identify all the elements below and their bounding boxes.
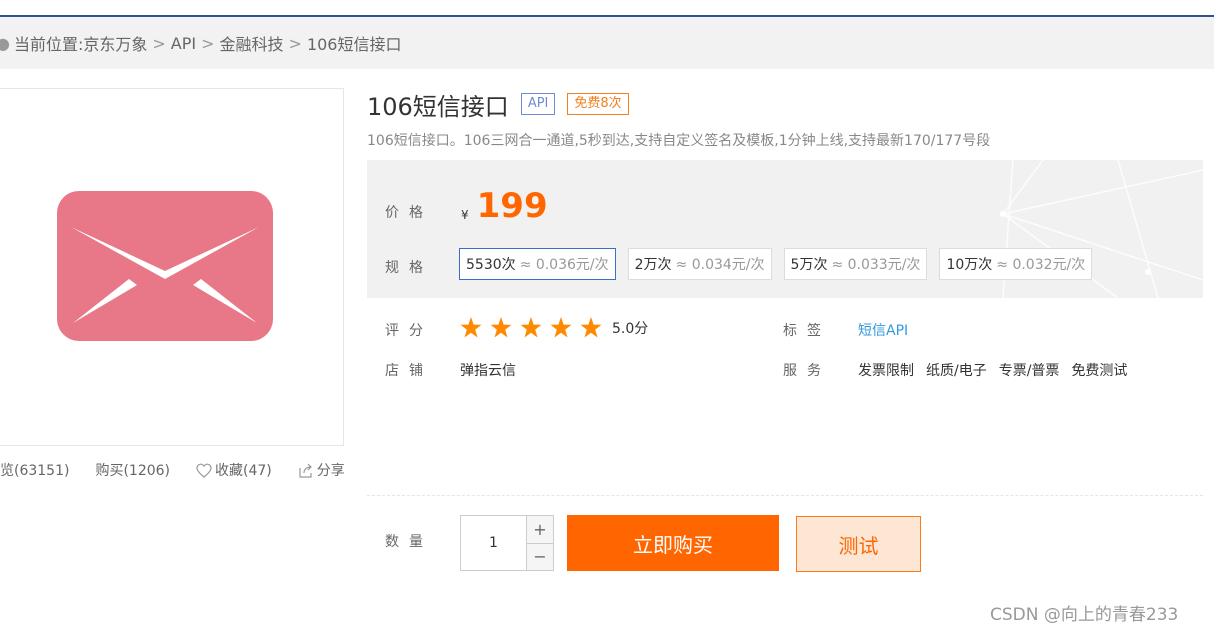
- quantity-input[interactable]: [460, 515, 526, 571]
- price-amount: 199: [476, 186, 548, 226]
- views-count: 览(63151): [0, 463, 70, 479]
- rating-score: 5.0分: [612, 320, 649, 337]
- rating-stars: 5.0分: [460, 317, 648, 338]
- service-item: 专票/普票: [998, 363, 1060, 379]
- free-trial-badge: 免费8次: [567, 93, 629, 115]
- breadcrumb-item-finance[interactable]: 金融科技: [220, 31, 284, 55]
- spec-option-50000[interactable]: 5万次 ≈ 0.033元/次: [783, 248, 928, 280]
- spec-option-100000[interactable]: 10万次 ≈ 0.032元/次: [939, 248, 1093, 280]
- star-icon: [520, 317, 542, 338]
- tags-label: 标签: [783, 323, 831, 339]
- spec-option-5530[interactable]: 5530次 ≈ 0.036元/次: [459, 248, 616, 280]
- spec-count: 5万次: [790, 257, 828, 273]
- favorite-button[interactable]: 收藏(47): [196, 460, 272, 480]
- star-icon: [550, 317, 572, 338]
- api-badge: API: [520, 93, 556, 115]
- share-label: 分享: [316, 463, 345, 479]
- service-item: 纸质/电子: [926, 363, 987, 379]
- star-icon: [460, 317, 482, 338]
- share-button[interactable]: 分享: [298, 460, 345, 480]
- breadcrumb-separator: >: [152, 33, 166, 53]
- product-stats: 览(63151) 购买(1206) 收藏(47) 分享: [0, 458, 345, 482]
- spec-unit-price: ≈ 0.032元/次: [996, 257, 1086, 273]
- spec-label: 规格: [385, 260, 433, 276]
- favorite-label: 收藏(47): [215, 463, 272, 479]
- mail-icon: [57, 191, 273, 341]
- breadcrumb-separator: >: [288, 33, 302, 53]
- rating-label: 评分: [385, 323, 433, 339]
- star-icon: [490, 317, 512, 338]
- quantity-stepper: + −: [460, 515, 554, 571]
- stepper-buttons: + −: [526, 515, 554, 571]
- spec-count: 10万次: [946, 257, 993, 273]
- spec-unit-price: ≈ 0.034元/次: [675, 257, 765, 273]
- spec-option-20000[interactable]: 2万次 ≈ 0.034元/次: [627, 248, 772, 280]
- product-title: 106短信接口: [367, 92, 509, 121]
- heart-icon: [196, 463, 212, 478]
- product-image: [0, 88, 344, 446]
- breadcrumb-separator: >: [201, 33, 215, 53]
- breadcrumb: ● 当前位置: 京东万象 > API > 金融科技 > 106短信接口: [0, 17, 1214, 69]
- quantity-decrease-button[interactable]: −: [526, 543, 554, 571]
- spec-count: 5530次: [466, 257, 516, 273]
- breadcrumb-item-current: 106短信接口: [306, 35, 402, 54]
- shop-label: 店铺: [385, 363, 433, 379]
- shop-name[interactable]: 弹指云信: [460, 360, 516, 380]
- location-pin-icon: ●: [0, 33, 10, 53]
- spec-count: 2万次: [634, 257, 672, 273]
- product-description: 106短信接口。106三网合一通道,5秒到达,支持自定义签名及模板,1分钟上线,…: [367, 133, 991, 149]
- service-item: 免费测试: [1071, 363, 1128, 379]
- price-label: 价格: [385, 205, 433, 221]
- service-item: 发票限制: [858, 363, 914, 379]
- service-list: 发票限制 纸质/电子 专票/普票 免费测试: [858, 360, 1139, 380]
- spec-unit-price: ≈ 0.036元/次: [519, 257, 609, 273]
- breadcrumb-prefix: 当前位置:: [13, 35, 84, 54]
- title-row: 106短信接口 API 免费8次: [367, 88, 629, 121]
- currency-symbol: ¥: [461, 208, 469, 222]
- breadcrumb-item-home[interactable]: 京东万象: [83, 31, 147, 55]
- quantity-label: 数量: [385, 534, 433, 550]
- quantity-increase-button[interactable]: +: [526, 515, 554, 544]
- spec-options: 5530次 ≈ 0.036元/次 2万次 ≈ 0.034元/次 5万次 ≈ 0.…: [459, 248, 1104, 280]
- spec-unit-price: ≈ 0.033元/次: [831, 257, 921, 273]
- buy-now-button[interactable]: 立即购买: [567, 515, 779, 571]
- section-divider: [367, 495, 1203, 496]
- price-panel: 价格 ¥ 199 规格 5530次 ≈ 0.036元/次 2万次 ≈ 0.034…: [367, 160, 1203, 298]
- test-button[interactable]: 测试: [796, 516, 921, 572]
- tag-sms-api-link[interactable]: 短信API: [858, 320, 908, 340]
- star-icon: [580, 317, 602, 338]
- watermark: CSDN @向上的青春233: [990, 605, 1179, 625]
- purchase-count: 购买(1206): [95, 463, 171, 479]
- price-value: ¥ 199: [461, 186, 548, 226]
- service-label: 服务: [783, 363, 831, 379]
- share-icon: [299, 463, 312, 478]
- breadcrumb-item-api[interactable]: API: [171, 34, 196, 53]
